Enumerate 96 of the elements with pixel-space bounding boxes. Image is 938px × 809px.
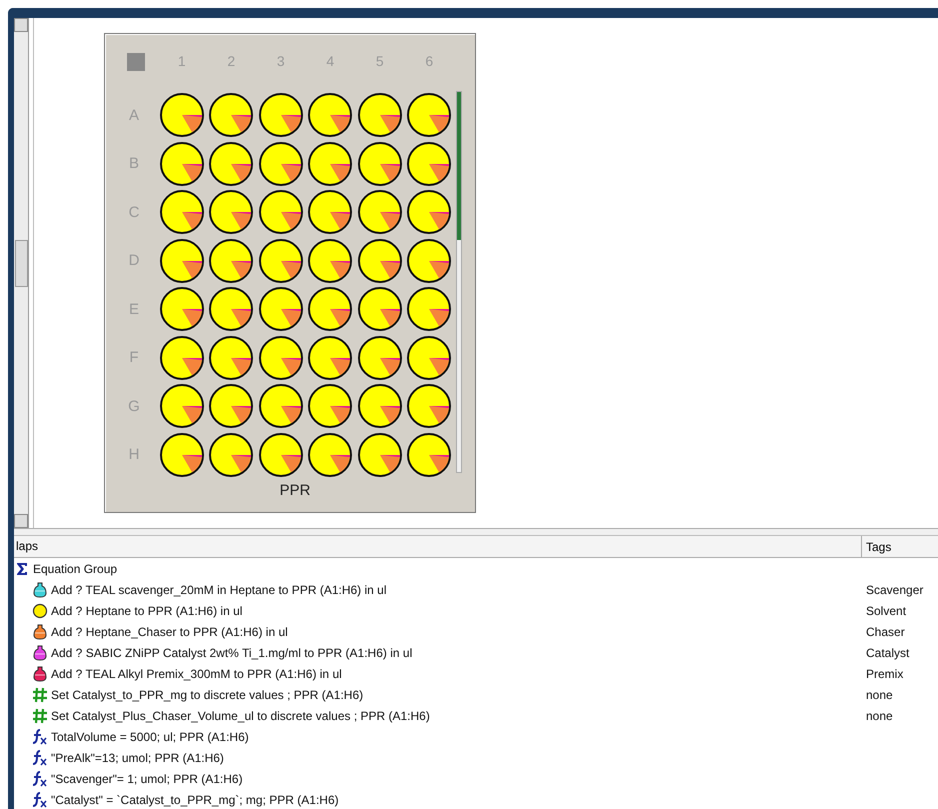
- well-icon: [258, 238, 304, 284]
- well-icon: [406, 334, 452, 381]
- column-label: 1: [178, 53, 186, 69]
- step-text[interactable]: Add ? TEAL Alkyl Premix_300mM to PPR (A1:H6) in ul: [51, 666, 342, 680]
- well-icon: [307, 334, 354, 381]
- well-icon: [258, 189, 304, 236]
- row-label: D: [128, 252, 140, 270]
- well-icon: [258, 432, 304, 478]
- well-icon: [406, 140, 452, 187]
- row-label: B: [128, 155, 139, 172]
- step-text[interactable]: Set Catalyst_to_PPR_mg to discrete values ; PPR (A1:H6): [51, 688, 364, 702]
- hash-icon: [32, 686, 48, 702]
- well-icon: [158, 238, 205, 284]
- column-label: 2: [227, 53, 236, 69]
- step-text[interactable]: Add ? Heptane_Chaser to PPR (A1:H6) in ul: [51, 624, 288, 638]
- step-text[interactable]: Add ? TEAL scavenger_20mM in Heptane to PPR (A1:H6) in ul: [51, 582, 387, 596]
- tag-text: none: [866, 708, 893, 722]
- well-icon: [356, 92, 403, 138]
- row-label: F: [129, 349, 139, 366]
- row-label: H: [128, 446, 140, 464]
- step-text[interactable]: Add ? SABIC ZNiPP Catalyst 2wt% Ti_1.mg/ml to PPR (A1:H6) in ul: [51, 646, 412, 660]
- well-icon: [158, 140, 205, 187]
- column-label: 5: [376, 53, 384, 69]
- tag-text: Catalyst: [866, 646, 910, 660]
- step-text[interactable]: Add ? Heptane to PPR (A1:H6) in ul: [51, 604, 242, 618]
- scroll-thumb[interactable]: [15, 240, 28, 287]
- tag-text: none: [866, 688, 893, 702]
- well-icon: [307, 238, 354, 284]
- column-header[interactable]: laps: [14, 536, 862, 557]
- well-icon: [356, 334, 403, 381]
- splitter[interactable]: [14, 529, 938, 536]
- plate-title: PPR: [278, 482, 312, 499]
- group-label[interactable]: Equation Group: [33, 562, 118, 576]
- well-icon: [208, 92, 254, 138]
- well-icon: [406, 92, 452, 138]
- function-icon: [32, 728, 48, 744]
- sigma-icon: [14, 560, 30, 576]
- hash-icon: [32, 708, 48, 724]
- well-icon: [258, 334, 304, 381]
- function-icon: [32, 770, 48, 786]
- row-label: A: [128, 106, 139, 124]
- step-text[interactable]: Set Catalyst_Plus_Chaser_Volume_ul to discrete values ; PPR (A1:H6): [51, 708, 430, 722]
- well-icon: [208, 189, 254, 236]
- well-icon: [158, 334, 205, 381]
- column-label: 4: [326, 53, 334, 69]
- well-icon: [208, 238, 254, 284]
- well-icon: [158, 92, 205, 138]
- well-icon: [307, 383, 354, 430]
- scroll-down-button[interactable]: [14, 514, 28, 528]
- tag-text: Scavenger: [866, 582, 924, 596]
- well-icon: [307, 189, 354, 236]
- well-icon: [258, 140, 304, 187]
- well-icon: [208, 432, 254, 478]
- function-icon: [32, 750, 48, 766]
- well-icon: [158, 189, 205, 236]
- function-icon: [32, 792, 48, 808]
- well-icon: [158, 286, 205, 332]
- well-icon: [307, 140, 354, 187]
- well-icon: [406, 383, 452, 430]
- well-icon: [208, 140, 254, 187]
- well-icon: [356, 383, 403, 430]
- tag-text: Chaser: [866, 624, 905, 638]
- column-label: 6: [425, 53, 434, 69]
- well-icon: [356, 189, 403, 236]
- row-label: G: [128, 398, 140, 415]
- row-label: C: [128, 204, 140, 221]
- scroll-up-button[interactable]: [14, 18, 28, 32]
- well-icon: [158, 432, 205, 478]
- well-icon: [307, 432, 354, 478]
- well-icon: [406, 189, 452, 236]
- well-icon: [258, 286, 304, 332]
- well-icon: [208, 334, 254, 381]
- column-label: 3: [276, 53, 285, 69]
- well-icon: [356, 238, 403, 284]
- tag-text: Premix: [866, 666, 904, 680]
- well-icon: [208, 286, 254, 332]
- column-header[interactable]: Tags: [862, 540, 938, 554]
- well-icon: [356, 140, 403, 187]
- well-icon: [208, 383, 254, 430]
- step-text[interactable]: "Catalyst" = `Catalyst_to_PPR_mg`; mg; PPR (A1:H6): [51, 792, 339, 806]
- well-icon: [406, 286, 452, 332]
- well-icon: [258, 383, 304, 430]
- well-icon: [158, 383, 205, 430]
- well-icon: [258, 92, 304, 138]
- scroll-thumb[interactable]: [457, 92, 461, 240]
- step-text[interactable]: TotalVolume = 5000; ul; PPR (A1:H6): [51, 730, 249, 744]
- well-icon: [406, 432, 452, 478]
- step-text[interactable]: "PreAlk"=13; umol; PPR (A1:H6): [51, 750, 224, 764]
- row-label: E: [128, 300, 139, 318]
- well-icon: [307, 92, 354, 138]
- well-icon: [307, 286, 354, 332]
- well-icon: [356, 286, 403, 332]
- well-icon: [356, 432, 403, 478]
- well-icon: [406, 238, 452, 284]
- step-text[interactable]: "Scavenger"= 1; umol; PPR (A1:H6): [51, 772, 243, 786]
- tag-text: Solvent: [866, 604, 906, 618]
